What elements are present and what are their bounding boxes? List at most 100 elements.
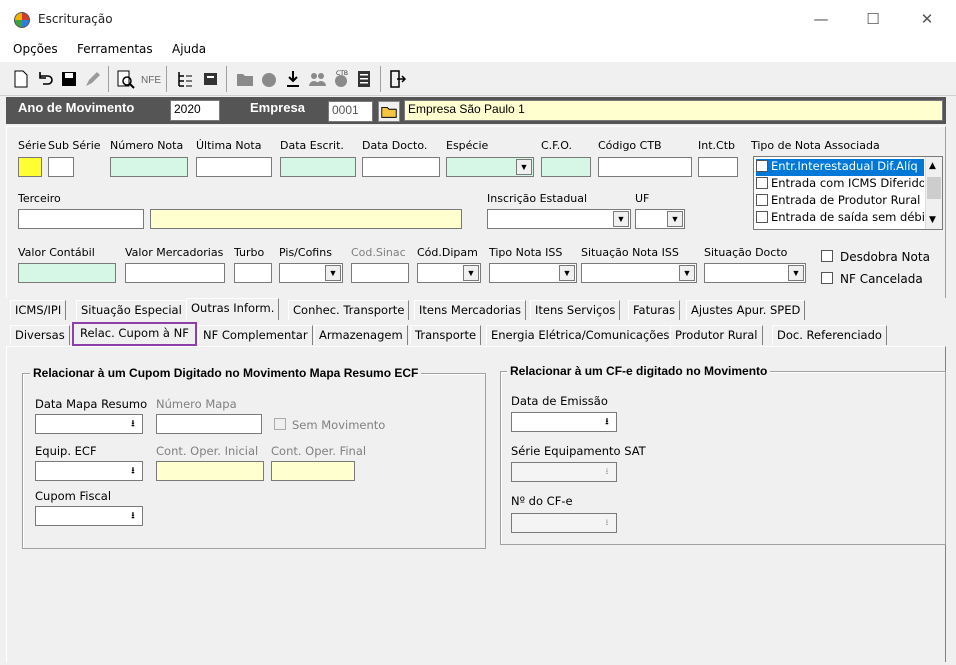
serie-field[interactable] (18, 157, 42, 177)
tab-icms-ipi[interactable]: ICMS/IPI (10, 300, 67, 320)
chevron-down-icon[interactable]: ▼ (559, 265, 575, 281)
tab-itens-mercadorias[interactable]: Itens Mercadorias (414, 300, 527, 320)
chevron-down-icon[interactable]: ▼ (463, 265, 479, 281)
valor-mercadorias-field[interactable] (125, 263, 225, 283)
data-docto-field[interactable] (362, 157, 440, 177)
nfe-icon[interactable]: NFE (140, 68, 162, 90)
pis-cofins-select[interactable]: ▼ (279, 263, 343, 283)
list-scrollbar[interactable]: ▲ ▼ (925, 157, 942, 229)
close-button[interactable]: ✕ (912, 8, 942, 30)
data-escrit-label: Data Escrit. (280, 139, 344, 152)
app-globe-icon (14, 12, 30, 28)
list-item[interactable]: Entrada com ICMS Diferido (756, 176, 924, 193)
tree-list-icon[interactable] (174, 68, 196, 90)
codigo-ctb-field[interactable] (598, 157, 692, 177)
menu-opcoes[interactable]: Opções (13, 42, 58, 56)
dropdown-arrow-icon[interactable]: ⭳ (599, 414, 615, 430)
chevron-up-icon[interactable]: ▲ (929, 161, 936, 171)
toolbar-separator (166, 66, 167, 92)
chevron-down-icon[interactable]: ▼ (679, 265, 695, 281)
ano-movimento-field[interactable]: 2020 (170, 100, 220, 121)
menu-ferramentas[interactable]: Ferramentas (77, 42, 153, 56)
download-icon[interactable] (282, 68, 304, 90)
cupom-fiscal-select[interactable]: ⭳ (35, 506, 143, 526)
open-folder-icon[interactable] (378, 101, 400, 122)
tab-nf-complementar[interactable]: NF Complementar (198, 325, 313, 345)
chevron-down-icon[interactable]: ▼ (788, 265, 804, 281)
cont-oper-final-label: Cont. Oper. Final (271, 444, 367, 458)
dropdown-arrow-icon[interactable]: ⭳ (125, 416, 141, 432)
dropdown-arrow-icon: ⭳ (605, 517, 609, 527)
tab-diversas[interactable]: Diversas (10, 325, 70, 345)
list-item-selected[interactable]: Entr.Interestadual Dif.Alíq (756, 159, 924, 176)
tab-doc-referenciado[interactable]: Doc. Referenciado (772, 325, 887, 345)
terceiro-label: Terceiro (18, 192, 61, 205)
list-item-checkbox[interactable] (756, 160, 768, 172)
tab-outras-inform[interactable]: Outras Inform. (186, 298, 280, 320)
cod-dipam-select[interactable]: ▼ (417, 263, 481, 283)
valor-mercadorias-label: Valor Mercadorias (125, 246, 224, 259)
inscricao-estadual-select[interactable]: ▼ (487, 209, 631, 229)
report-icon[interactable] (200, 68, 222, 90)
ultima-nota-field[interactable] (196, 157, 272, 177)
list-item-checkbox[interactable] (756, 194, 768, 206)
list-item[interactable]: Entrada de Produtor Rural (756, 193, 924, 210)
list-item[interactable]: Entrada de saída sem débi (756, 210, 924, 227)
minimize-button[interactable]: — (806, 8, 836, 30)
data-escrit-field[interactable] (280, 157, 356, 177)
save-icon[interactable] (58, 68, 80, 90)
chevron-down-icon[interactable]: ▼ (667, 211, 683, 227)
list-item-checkbox[interactable] (756, 211, 768, 223)
chevron-down-icon[interactable]: ▼ (613, 211, 629, 227)
new-document-icon[interactable] (10, 68, 32, 90)
tab-produtor-rural[interactable]: Produtor Rural (670, 325, 763, 345)
tab-faturas[interactable]: Faturas (628, 300, 681, 320)
dropdown-arrow-icon[interactable]: ⭳ (125, 463, 141, 479)
print-preview-icon[interactable] (114, 68, 136, 90)
situacao-nota-iss-select[interactable]: ▼ (581, 263, 697, 283)
data-emissao-select[interactable]: ⭳ (511, 412, 617, 432)
tab-armazenagem[interactable]: Armazenagem (314, 325, 408, 345)
maximize-button[interactable]: ☐ (858, 8, 888, 30)
data-mapa-resumo-select[interactable]: ⭳ (35, 414, 143, 434)
numero-nota-field[interactable] (110, 157, 188, 177)
tab-conhec-transporte[interactable]: Conhec. Transporte (288, 300, 410, 320)
chevron-down-icon[interactable]: ▼ (516, 159, 532, 175)
document-list-icon[interactable] (354, 68, 376, 90)
cod-dipam-label: Cód.Dipam (417, 246, 478, 259)
exit-door-icon[interactable] (386, 68, 408, 90)
undo-icon[interactable] (34, 68, 56, 90)
cupom-fiscal-label: Cupom Fiscal (35, 489, 112, 503)
serie-label: Série (18, 139, 47, 152)
int-ctb-label: Int.Ctb (698, 139, 736, 152)
chevron-down-icon[interactable]: ▼ (929, 215, 936, 225)
tab-itens-servicos[interactable]: Itens Serviços (530, 300, 621, 320)
valor-contabil-field[interactable] (18, 263, 116, 283)
tipo-nota-iss-select[interactable]: ▼ (489, 263, 577, 283)
terceiro-code-field[interactable] (18, 209, 144, 229)
tab-ajustes-apur-sped[interactable]: Ajustes Apur. SPED (686, 300, 806, 320)
nf-cancelada-checkbox[interactable] (821, 272, 833, 284)
tabs-row-1: ICMS/IPI Situação Especial Outras Inform… (6, 298, 946, 322)
tab-transporte[interactable]: Transporte (410, 325, 482, 345)
sub-serie-field[interactable] (48, 157, 74, 177)
chevron-down-icon[interactable]: ▼ (325, 265, 341, 281)
int-ctb-field[interactable] (698, 157, 738, 177)
empresa-code-field[interactable]: 0001 (328, 101, 373, 122)
cfo-field[interactable] (541, 157, 591, 177)
equip-ecf-select[interactable]: ⭳ (35, 461, 143, 481)
turbo-field[interactable] (234, 263, 272, 283)
especie-select[interactable]: ▼ (446, 157, 534, 177)
uf-select[interactable]: ▼ (635, 209, 685, 229)
situacao-docto-select[interactable]: ▼ (704, 263, 806, 283)
scrollbar-thumb[interactable] (927, 177, 941, 199)
tab-energia-eletrica[interactable]: Energia Elétrica/Comunicações (486, 325, 675, 345)
tab-situacao-especial[interactable]: Situação Especial (76, 300, 187, 320)
dropdown-arrow-icon[interactable]: ⭳ (125, 508, 141, 524)
desdobra-nota-checkbox[interactable] (821, 250, 833, 262)
tipo-nota-associada-list[interactable]: Entr.Interestadual Dif.Alíq Entrada com … (753, 156, 943, 230)
menu-ajuda[interactable]: Ajuda (172, 42, 206, 56)
tab-relac-cupom-nf[interactable]: Relac. Cupom à NF (72, 322, 197, 346)
data-emissao-label: Data de Emissão (511, 394, 608, 408)
list-item-checkbox[interactable] (756, 177, 768, 189)
